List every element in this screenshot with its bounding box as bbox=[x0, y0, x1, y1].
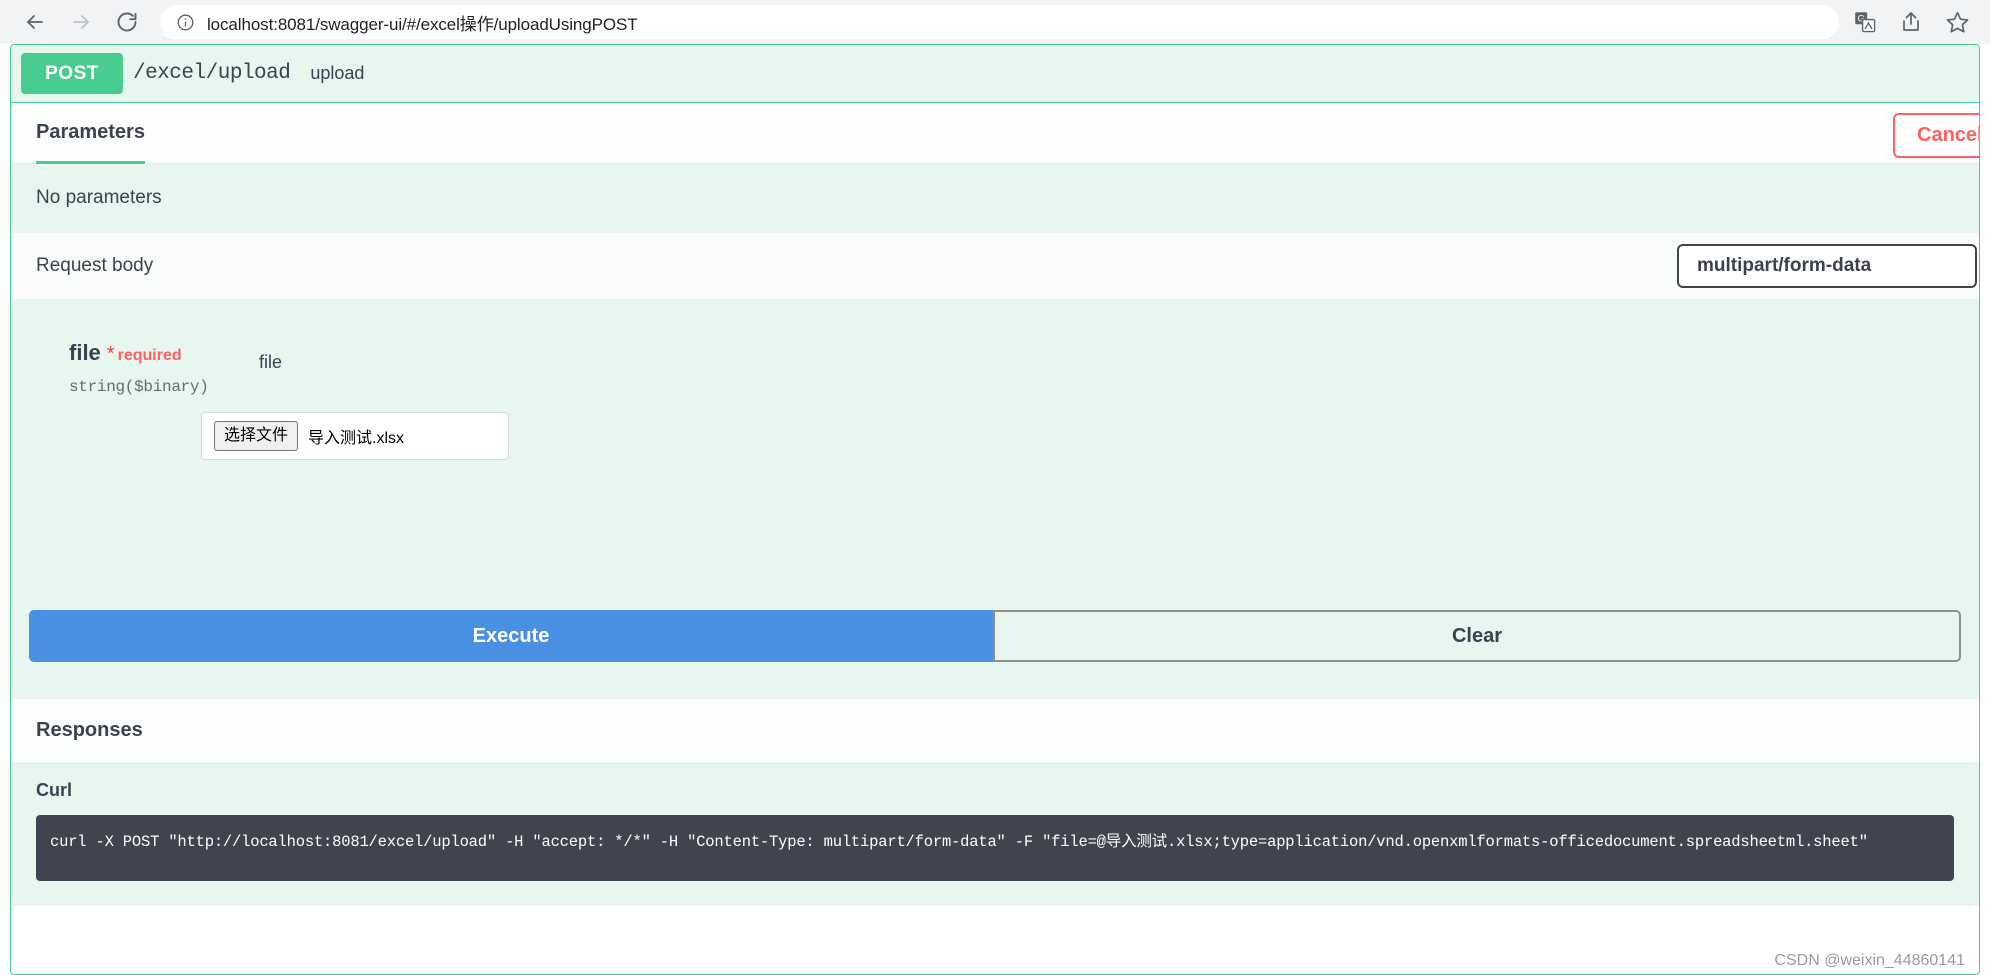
operation-header[interactable]: POST /excel/upload upload bbox=[11, 45, 1979, 103]
execute-button[interactable]: Execute bbox=[29, 610, 993, 662]
url-text: localhost:8081/swagger-ui/#/excel操作/uplo… bbox=[207, 14, 638, 34]
cancel-button[interactable]: Cancel bbox=[1893, 113, 1979, 158]
share-icon[interactable] bbox=[1899, 10, 1923, 34]
selected-file-name: 导入测试.xlsx bbox=[308, 430, 405, 447]
curl-title: Curl bbox=[36, 780, 72, 800]
clear-button[interactable]: Clear bbox=[993, 610, 1961, 662]
forward-arrow-icon[interactable] bbox=[60, 1, 102, 43]
required-label: required bbox=[117, 347, 182, 364]
bookmark-star-icon[interactable] bbox=[1945, 10, 1970, 35]
action-button-row: Execute Clear bbox=[11, 610, 1979, 662]
content-type-select[interactable]: multipart/form-data bbox=[1677, 244, 1977, 288]
watermark: CSDN @weixin_44860141 bbox=[1774, 952, 1965, 969]
http-method-badge: POST bbox=[21, 53, 123, 94]
body-parameter-row: file * required string($binary) file bbox=[11, 340, 1979, 396]
browser-action-icons: G bbox=[1853, 10, 1976, 35]
translate-icon[interactable]: G bbox=[1853, 10, 1877, 34]
operation-body: Parameters Cancel No parameters Request … bbox=[11, 103, 1979, 906]
body-parameter-area: file * required string($binary) file 选择文件 … bbox=[11, 300, 1979, 610]
required-star-icon: * bbox=[106, 343, 115, 365]
curl-section: Curl curl -X POST "http://localhost:8081… bbox=[11, 762, 1979, 906]
responses-header: Responses bbox=[11, 698, 1979, 762]
parameter-name: file bbox=[69, 340, 101, 365]
no-parameters-text: No parameters bbox=[11, 164, 1979, 232]
file-input[interactable]: 选择文件 导入测试.xlsx bbox=[201, 412, 509, 460]
browser-toolbar: localhost:8081/swagger-ui/#/excel操作/uplo… bbox=[0, 0, 1990, 44]
parameter-description: file bbox=[259, 352, 283, 372]
operation-path: /excel/upload bbox=[133, 62, 291, 85]
tab-parameters[interactable]: Parameters bbox=[36, 104, 145, 164]
choose-file-button[interactable]: 选择文件 bbox=[214, 421, 299, 451]
spacer bbox=[11, 662, 1979, 698]
request-body-row: Request body multipart/form-data bbox=[11, 232, 1979, 300]
address-bar[interactable]: localhost:8081/swagger-ui/#/excel操作/uplo… bbox=[160, 5, 1839, 39]
parameters-section-header: Parameters Cancel bbox=[11, 103, 1979, 164]
operation-summary: upload bbox=[310, 63, 365, 83]
responses-title: Responses bbox=[36, 719, 143, 741]
request-body-label: Request body bbox=[36, 255, 154, 276]
parameter-type: string($binary) bbox=[69, 378, 209, 396]
parameter-name-line: file * required bbox=[69, 340, 207, 366]
curl-command-block[interactable]: curl -X POST "http://localhost:8081/exce… bbox=[36, 815, 1954, 881]
info-circle-icon[interactable] bbox=[176, 13, 195, 32]
reload-icon[interactable] bbox=[106, 1, 148, 43]
parameter-meta: file * required string($binary) bbox=[69, 340, 209, 396]
curl-command-text: curl -X POST "http://localhost:8081/exce… bbox=[50, 833, 1868, 851]
back-arrow-icon[interactable] bbox=[14, 1, 56, 43]
operation-block: POST /excel/upload upload Parameters Can… bbox=[10, 44, 1980, 975]
